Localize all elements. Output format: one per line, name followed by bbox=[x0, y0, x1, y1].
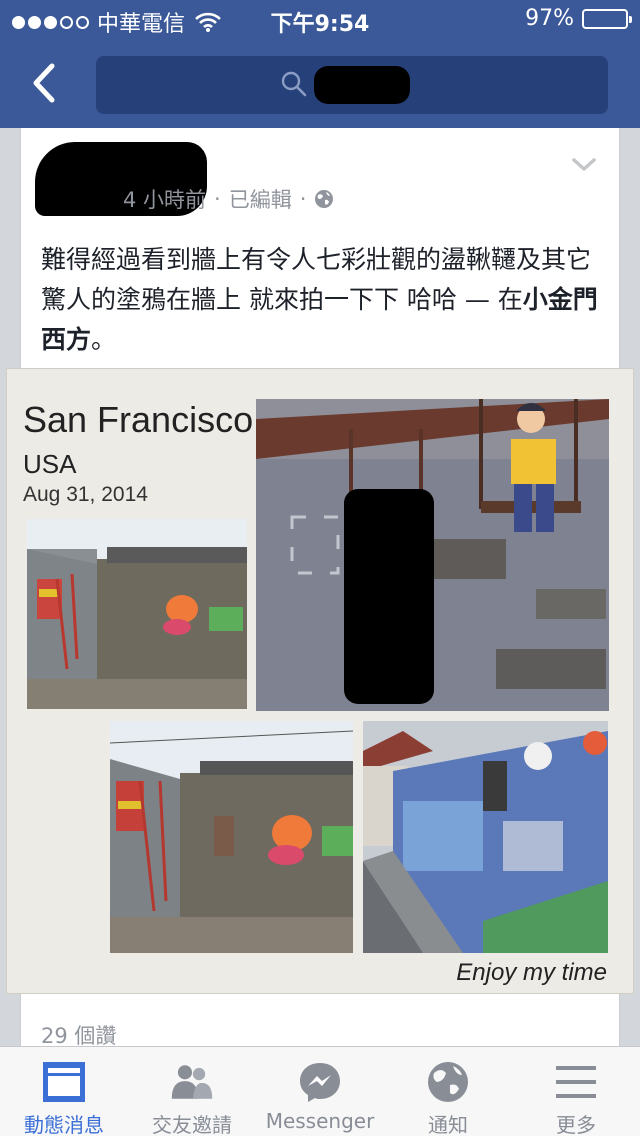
tab-label: 交友邀請 bbox=[152, 1113, 232, 1136]
redacted-search-text bbox=[314, 66, 410, 104]
back-button[interactable] bbox=[20, 58, 70, 108]
status-bar: 中華電信 下午9:54 97% bbox=[0, 0, 640, 40]
tab-label: 更多 bbox=[556, 1113, 596, 1136]
top-bar: 中華電信 下午9:54 97% bbox=[0, 0, 640, 128]
globe-icon bbox=[315, 190, 334, 208]
tab-label: 動態消息 bbox=[24, 1113, 104, 1136]
collage-title: San Francisco bbox=[23, 399, 254, 440]
photo-wall-graffiti-small bbox=[27, 519, 247, 709]
post-text-end: 。 bbox=[91, 325, 117, 354]
search-icon bbox=[281, 71, 307, 97]
battery-percent: 97% bbox=[525, 6, 574, 31]
more-menu-icon bbox=[556, 1066, 596, 1098]
collage-country: USA bbox=[23, 449, 77, 479]
collage-date: Aug 31, 2014 bbox=[23, 483, 148, 506]
meta-separator: · bbox=[214, 187, 221, 211]
tab-news-feed[interactable]: 動態消息 bbox=[0, 1047, 128, 1136]
notifications-globe-icon bbox=[428, 1062, 468, 1102]
messenger-icon bbox=[300, 1063, 340, 1102]
post-meta: 4 小時前 · 已編輯 · bbox=[123, 184, 334, 214]
post-card: 4 小時前 · 已編輯 · 難得經過看到牆上有令人七彩壯觀的盪鞦韆及其它驚人的塗… bbox=[20, 128, 620, 368]
tab-label: Messenger bbox=[265, 1109, 375, 1133]
nav-bar bbox=[0, 40, 640, 128]
post-time[interactable]: 4 小時前 bbox=[123, 184, 206, 214]
battery-icon bbox=[582, 8, 632, 29]
post-text: 難得經過看到牆上有令人七彩壯觀的盪鞦韆及其它驚人的塗鴉在牆上 就來拍一下下 哈哈… bbox=[41, 240, 611, 360]
edited-label[interactable]: 已編輯 bbox=[229, 184, 292, 214]
tab-more[interactable]: 更多 bbox=[512, 1047, 640, 1136]
collage-caption: Enjoy my time bbox=[456, 959, 607, 986]
post-options-chevron-icon[interactable] bbox=[571, 156, 597, 174]
photo-swing-mural bbox=[256, 399, 609, 711]
tab-notifications[interactable]: 通知 bbox=[384, 1047, 512, 1136]
tab-label: 通知 bbox=[428, 1113, 468, 1136]
post-footer: 29 個讚 bbox=[20, 994, 620, 1054]
status-right: 97% bbox=[525, 6, 632, 31]
tab-friend-requests[interactable]: 交友邀請 bbox=[128, 1047, 256, 1136]
photo-alley-mural bbox=[363, 721, 608, 953]
news-feed-icon bbox=[43, 1062, 85, 1102]
search-input[interactable] bbox=[96, 56, 608, 114]
photo-wall-graffiti-large bbox=[110, 721, 353, 953]
bottom-tab-bar: 動態消息 交友邀請 Messenger 通知 更多 bbox=[0, 1046, 640, 1136]
tab-messenger[interactable]: Messenger bbox=[256, 1047, 384, 1136]
post-body: 難得經過看到牆上有令人七彩壯觀的盪鞦韆及其它驚人的塗鴉在牆上 就來拍一下下 哈哈… bbox=[41, 245, 592, 314]
post-photo-collage[interactable]: San Francisco USA Aug 31, 2014 Enjoy my … bbox=[6, 368, 634, 994]
friend-requests-icon bbox=[171, 1065, 213, 1099]
chevron-left-icon bbox=[33, 63, 55, 103]
meta-separator: · bbox=[299, 187, 307, 211]
